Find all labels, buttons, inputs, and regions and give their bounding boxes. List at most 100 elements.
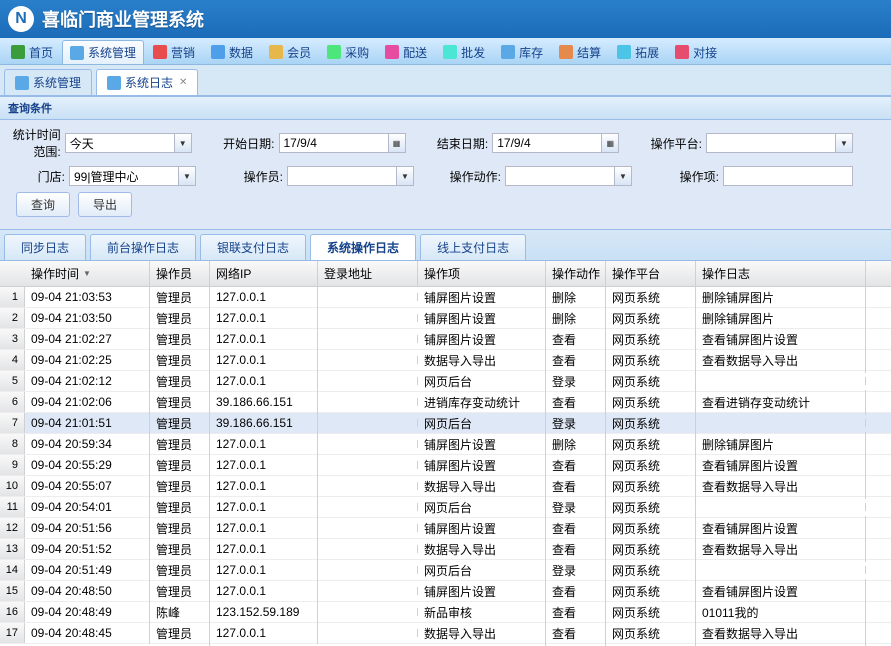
menu-item-对接[interactable]: 对接 [668, 40, 724, 64]
platform-input[interactable] [706, 133, 836, 153]
col-header-5[interactable]: 操作动作 [546, 261, 606, 286]
cell: 127.0.0.1 [210, 370, 318, 392]
menu-label: 采购 [345, 44, 369, 61]
menu-icon [559, 45, 573, 59]
menu-item-首页[interactable]: 首页 [4, 40, 60, 64]
menu-label: 结算 [577, 44, 601, 61]
main-menu: 首页系统管理营销 数据会员 采购 配送批发库存 结算拓展 对接 [0, 38, 891, 65]
menu-icon [70, 46, 84, 60]
menu-icon [11, 45, 25, 59]
cell [696, 503, 866, 511]
table-row[interactable]: 1709-04 20:48:45管理员127.0.0.1数据导入导出查看网页系统… [0, 623, 891, 644]
subtab-同步日志[interactable]: 同步日志 [4, 234, 86, 260]
col-header-7[interactable]: 操作日志 [696, 261, 866, 286]
col-header-1[interactable]: 操作员 [150, 261, 210, 286]
menu-item-数据[interactable]: 数据 [204, 40, 260, 64]
dropdown-trigger-icon[interactable]: ▼ [397, 166, 414, 186]
subtab-系统操作日志[interactable]: 系统操作日志 [310, 234, 416, 260]
subtab-线上支付日志[interactable]: 线上支付日志 [420, 234, 526, 260]
menu-item-配送[interactable]: 配送 [378, 40, 434, 64]
tab-系统管理[interactable]: 系统管理 [4, 69, 92, 95]
menu-label: 配送 [403, 44, 427, 61]
row-number: 11 [0, 497, 25, 517]
range-input[interactable] [65, 133, 175, 153]
start-date-input[interactable] [279, 133, 389, 153]
cell: 127.0.0.1 [210, 349, 318, 371]
col-header-4[interactable]: 操作项 [418, 261, 546, 286]
cell [318, 545, 418, 553]
col-header-0[interactable]: 操作时间▼ [25, 261, 150, 286]
menu-item-批发[interactable]: 批发 [436, 40, 492, 64]
tab-系统日志[interactable]: 系统日志✕ [96, 69, 198, 95]
cell: 127.0.0.1 [210, 517, 318, 539]
close-icon[interactable]: ✕ [179, 77, 187, 88]
end-date-input[interactable] [492, 133, 602, 153]
menu-item-库存[interactable]: 库存 [494, 40, 550, 64]
col-header-2[interactable]: 网络IP [210, 261, 318, 286]
menu-icon [675, 45, 689, 59]
subtab-前台操作日志[interactable]: 前台操作日志 [90, 234, 196, 260]
menu-label: 对接 [693, 44, 717, 61]
col-header-3[interactable]: 登录地址 [318, 261, 418, 286]
cell [318, 398, 418, 406]
cell: 39.186.66.151 [210, 412, 318, 434]
dropdown-trigger-icon[interactable]: ▼ [615, 166, 632, 186]
menu-item-采购[interactable]: 采购 [320, 40, 376, 64]
cell: 09-04 20:54:01 [25, 496, 150, 518]
menu-label: 数据 [229, 44, 253, 61]
cell: 查看数据导入导出 [696, 621, 866, 646]
menu-item-结算[interactable]: 结算 [552, 40, 608, 64]
cell: 管理员 [150, 621, 210, 646]
cell [318, 440, 418, 448]
cell: 09-04 20:55:07 [25, 475, 150, 497]
cell: 127.0.0.1 [210, 475, 318, 497]
menu-item-营销[interactable]: 营销 [146, 40, 202, 64]
log-type-tabs: 同步日志前台操作日志银联支付日志系统操作日志线上支付日志 [0, 230, 891, 261]
operator-input[interactable] [287, 166, 397, 186]
cell: 39.186.66.151 [210, 391, 318, 413]
cell: 查看数据导入导出 [696, 537, 866, 562]
end-date-label: 结束日期: [436, 135, 489, 152]
cell: 09-04 20:51:49 [25, 559, 150, 581]
row-number: 1 [0, 287, 25, 307]
export-button[interactable]: 导出 [78, 192, 132, 217]
cell: 127.0.0.1 [210, 454, 318, 476]
row-number: 6 [0, 392, 25, 412]
cell [318, 629, 418, 637]
col-header-6[interactable]: 操作平台 [606, 261, 696, 286]
cell: 09-04 20:48:49 [25, 601, 150, 623]
cell: 09-04 20:51:52 [25, 538, 150, 560]
action-input[interactable] [505, 166, 615, 186]
row-number: 7 [0, 413, 25, 433]
row-number: 4 [0, 350, 25, 370]
cell: 09-04 21:02:06 [25, 391, 150, 413]
menu-icon [269, 45, 283, 59]
row-number: 16 [0, 602, 25, 622]
start-date-label: 开始日期: [222, 135, 275, 152]
operator-label: 操作员: [226, 168, 283, 185]
store-input[interactable] [69, 166, 179, 186]
item-input[interactable] [723, 166, 853, 186]
cell: 127.0.0.1 [210, 286, 318, 308]
dropdown-trigger-icon[interactable]: ▼ [836, 133, 853, 153]
menu-item-拓展[interactable]: 拓展 [610, 40, 666, 64]
row-number: 8 [0, 434, 25, 454]
dropdown-trigger-icon[interactable]: ▼ [179, 166, 196, 186]
cell: 09-04 21:02:12 [25, 370, 150, 392]
cell: 09-04 21:02:27 [25, 328, 150, 350]
calendar-trigger-icon[interactable]: ▦ [602, 133, 619, 153]
calendar-trigger-icon[interactable]: ▦ [389, 133, 406, 153]
cell: 09-04 20:51:56 [25, 517, 150, 539]
menu-item-会员[interactable]: 会员 [262, 40, 318, 64]
cell [696, 566, 866, 574]
subtab-银联支付日志[interactable]: 银联支付日志 [200, 234, 306, 260]
menu-item-系统管理[interactable]: 系统管理 [62, 40, 144, 64]
cell [696, 419, 866, 427]
cell [318, 356, 418, 364]
cell: 127.0.0.1 [210, 433, 318, 455]
query-button[interactable]: 查询 [16, 192, 70, 217]
menu-icon [153, 45, 167, 59]
cell: 查看进销存变动统计 [696, 390, 866, 415]
dropdown-trigger-icon[interactable]: ▼ [175, 133, 192, 153]
store-label: 门店: [8, 168, 65, 185]
